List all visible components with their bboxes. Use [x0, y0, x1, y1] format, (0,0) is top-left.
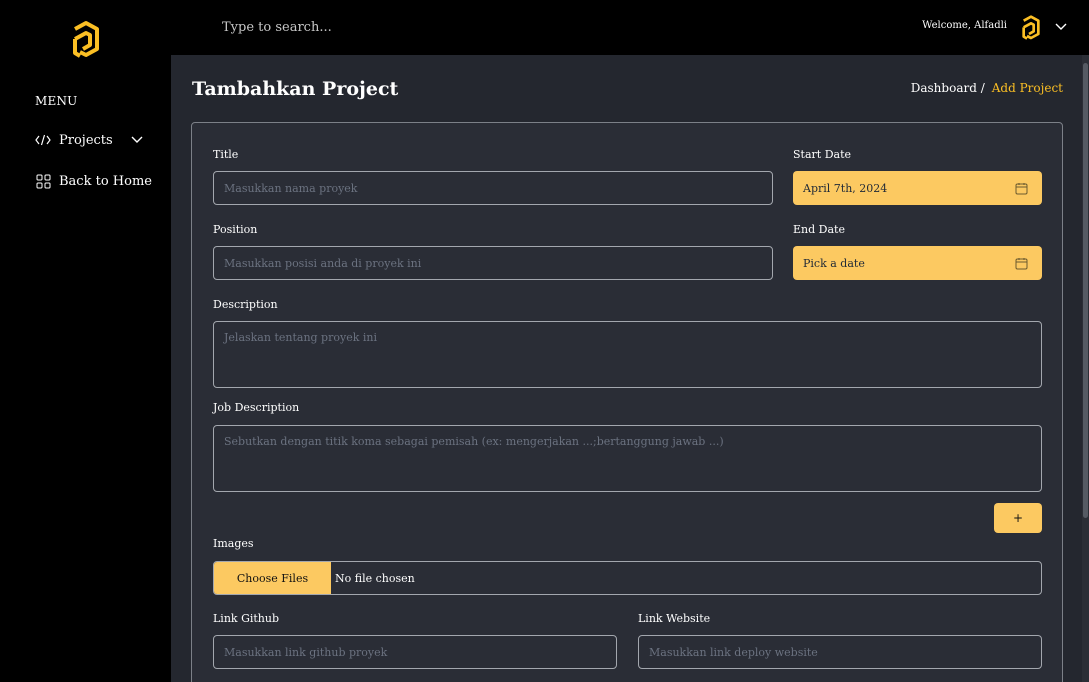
- github-label: Link Github: [213, 612, 280, 625]
- images-label: Images: [213, 537, 254, 550]
- calendar-icon: [1015, 182, 1028, 194]
- start-date-label: Start Date: [793, 148, 851, 161]
- title-input[interactable]: [213, 171, 773, 205]
- description-label: Description: [213, 298, 278, 311]
- breadcrumb: Dashboard / Add Project: [911, 81, 1063, 95]
- description-textarea[interactable]: [213, 321, 1042, 388]
- grid-icon: [35, 173, 51, 189]
- avatar[interactable]: [1021, 14, 1041, 42]
- github-input[interactable]: [213, 635, 617, 669]
- start-date-picker[interactable]: April 7th, 2024: [793, 171, 1042, 205]
- chevron-down-icon[interactable]: [131, 133, 143, 148]
- scrollbar-thumb[interactable]: [1083, 63, 1088, 518]
- brand-logo-icon[interactable]: [71, 19, 101, 61]
- website-label: Link Website: [638, 612, 711, 625]
- end-date-value: Pick a date: [803, 256, 865, 270]
- calendar-icon: [1015, 257, 1028, 269]
- sidebar-item-label: Projects: [59, 132, 113, 148]
- end-date-label: End Date: [793, 223, 845, 236]
- job-description-textarea[interactable]: [213, 425, 1042, 492]
- project-form: Title Start Date April 7th, 2024 Positio…: [191, 122, 1063, 682]
- end-date-picker[interactable]: Pick a date: [793, 246, 1042, 280]
- position-label: Position: [213, 223, 258, 236]
- search-input[interactable]: [222, 16, 522, 38]
- welcome-text: Welcome, Alfadli: [922, 20, 1007, 31]
- breadcrumb-dashboard[interactable]: Dashboard /: [911, 81, 985, 95]
- job-description-label: Job Description: [213, 401, 300, 414]
- sidebar-item-back-to-home[interactable]: Back to Home: [35, 173, 152, 189]
- file-status: No file chosen: [335, 571, 415, 585]
- add-job-description-button[interactable]: +: [994, 503, 1042, 533]
- title-label: Title: [213, 148, 239, 161]
- code-icon: [35, 132, 51, 148]
- sidebar-item-projects[interactable]: Projects: [35, 132, 143, 148]
- position-input[interactable]: [213, 246, 773, 280]
- menu-title: MENU: [35, 94, 78, 108]
- images-file-input[interactable]: Choose Files No file chosen: [213, 561, 1042, 595]
- sidebar: MENU Projects Back to Home: [0, 0, 171, 682]
- scrollbar[interactable]: [1082, 55, 1089, 682]
- start-date-value: April 7th, 2024: [803, 181, 888, 195]
- website-input[interactable]: [638, 635, 1042, 669]
- breadcrumb-current: Add Project: [991, 81, 1063, 95]
- choose-files-button[interactable]: Choose Files: [214, 562, 331, 594]
- sidebar-item-label: Back to Home: [59, 173, 152, 189]
- main-content: Tambahkan Project Dashboard / Add Projec…: [171, 55, 1089, 682]
- chevron-down-icon[interactable]: [1054, 20, 1068, 34]
- page-title: Tambahkan Project: [192, 78, 399, 100]
- topbar: Welcome, Alfadli: [171, 0, 1089, 55]
